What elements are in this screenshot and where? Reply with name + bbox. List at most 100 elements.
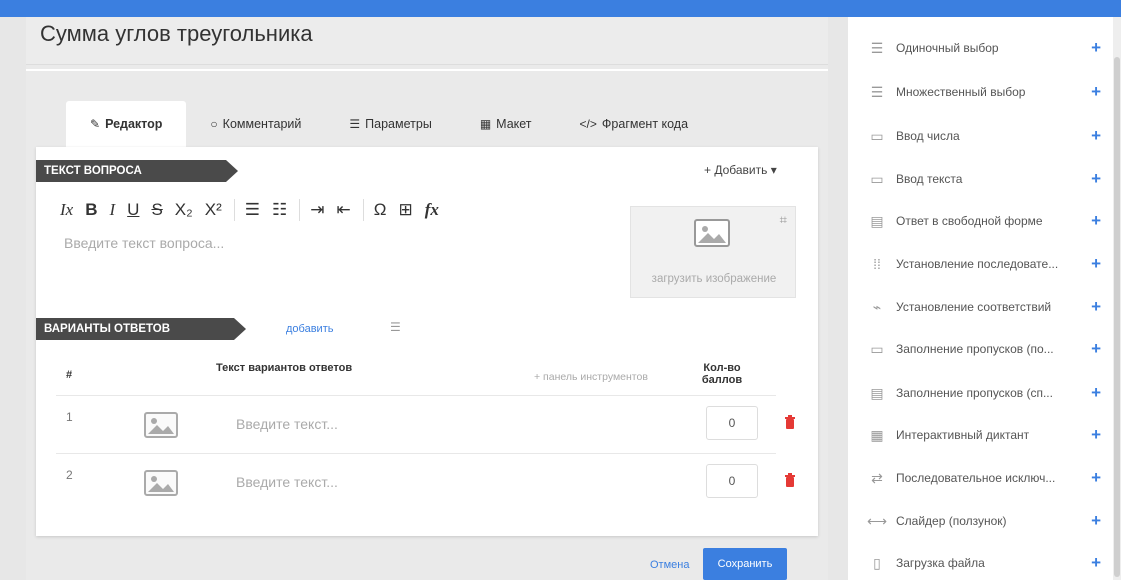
formula-icon[interactable]: fx	[425, 200, 439, 220]
table-icon[interactable]: ⊞	[398, 200, 412, 220]
answer-row: 2 Введите текст... 0	[56, 453, 795, 511]
tab-editor[interactable]: ✎ Редактор	[66, 101, 187, 147]
top-accent-bar	[0, 0, 1121, 17]
question-text-input[interactable]: Введите текст вопроса...	[64, 235, 224, 251]
sidebar-item-text-input[interactable]: ▭ Ввод текста +	[848, 158, 1113, 200]
superscript-icon[interactable]: X²	[205, 200, 222, 220]
sidebar-item-label: Множественный выбор	[896, 85, 1026, 99]
add-dropdown[interactable]: + Добавить ▾	[704, 163, 777, 177]
tab-label: Макет	[496, 117, 532, 131]
add-plus-icon[interactable]: +	[1091, 339, 1101, 359]
editor-card: ТЕКСТ ВОПРОСА + Добавить ▾ Ix B I U S X₂…	[36, 147, 818, 536]
add-plus-icon[interactable]: +	[1091, 38, 1101, 58]
tab-label: Параметры	[365, 117, 432, 131]
column-header-points: Кол-во баллов	[692, 362, 752, 386]
toolbar-panel-link[interactable]: + панель инструментов	[534, 371, 648, 383]
exchange-icon: ⇄	[871, 469, 883, 486]
ordered-list-icon[interactable]: ☰	[245, 200, 260, 220]
save-button[interactable]: Сохранить	[703, 548, 787, 580]
add-plus-icon[interactable]: +	[1091, 254, 1101, 274]
crop-icon[interactable]: ⌗	[780, 212, 787, 228]
add-plus-icon[interactable]: +	[1091, 553, 1101, 573]
link-icon: ⌁	[872, 298, 882, 315]
sidebar-item-label: Установление последовате...	[896, 257, 1059, 271]
column-header-text: Текст вариантов ответов	[216, 362, 353, 374]
input-icon: ▭	[870, 170, 884, 187]
score-input[interactable]: 0	[706, 406, 758, 440]
answers-section-label: ВАРИАНТЫ ОТВЕТОВ	[36, 318, 246, 340]
page-title: Сумма углов треугольника	[40, 21, 313, 46]
image-placeholder-icon[interactable]	[144, 412, 178, 438]
sidebar-item-label: Последовательное исключ...	[896, 471, 1056, 485]
dropdown-icon: ▤	[870, 384, 884, 401]
column-header-number: #	[66, 369, 73, 381]
question-section-label: ТЕКСТ ВОПРОСА	[36, 160, 238, 182]
sidebar-item-number-input[interactable]: ▭ Ввод числа +	[848, 115, 1113, 157]
add-plus-icon[interactable]: +	[1091, 211, 1101, 231]
sequence-icon: ⁞⁞	[873, 256, 881, 272]
sidebar-item-sequential-exclusion[interactable]: ⇄ Последовательное исключ... +	[848, 457, 1113, 499]
add-plus-icon[interactable]: +	[1091, 297, 1101, 317]
indent-icon[interactable]: ⇥	[310, 200, 324, 220]
trash-icon[interactable]	[784, 415, 796, 429]
comment-icon: ○	[210, 117, 218, 131]
slider-icon: ⟷	[866, 512, 888, 529]
add-plus-icon[interactable]: +	[1091, 383, 1101, 403]
sidebar-item-label: Установление соответствий	[896, 300, 1052, 314]
trash-icon[interactable]	[784, 473, 796, 487]
sidebar-item-fill-blanks-list[interactable]: ▤ Заполнение пропусков (сп... +	[848, 372, 1113, 414]
answer-row: 1 Введите текст... 0	[56, 395, 795, 453]
row-index: 1	[66, 410, 73, 424]
editor-tabs: ✎ Редактор ○ Комментарий ☰ Параметры ▦ М…	[66, 101, 712, 147]
list-view-icon[interactable]: ☰	[390, 320, 401, 334]
input-icon: ▭	[870, 127, 884, 144]
sidebar-item-matching[interactable]: ⌁ Установление соответствий +	[848, 286, 1113, 328]
tab-code-snippet[interactable]: </> Фрагмент кода	[556, 101, 713, 147]
add-plus-icon[interactable]: +	[1091, 82, 1101, 102]
answer-text-input[interactable]: Введите текст...	[236, 474, 338, 490]
tab-layout[interactable]: ▦ Макет	[456, 101, 556, 147]
sidebar-item-free-form[interactable]: ▤ Ответ в свободной форме +	[848, 200, 1113, 242]
input-icon: ▭	[870, 340, 884, 357]
add-plus-icon[interactable]: +	[1091, 126, 1101, 146]
sidebar-item-sequence[interactable]: ⁞⁞ Установление последовате... +	[848, 243, 1113, 285]
add-plus-icon[interactable]: +	[1091, 511, 1101, 531]
question-editor-panel: Сумма углов треугольника ✎ Редактор ○ Ко…	[26, 17, 828, 580]
rich-text-toolbar: Ix B I U S X₂ X² ☰ ☷ ⇥ ⇤ Ω ⊞ fx	[60, 199, 451, 221]
sidebar-item-slider[interactable]: ⟷ Слайдер (ползунок) +	[848, 500, 1113, 542]
subscript-icon[interactable]: X₂	[175, 200, 193, 220]
tab-comment[interactable]: ○ Комментарий	[186, 101, 325, 147]
textarea-icon: ▤	[870, 212, 884, 229]
bullet-list-icon[interactable]: ☷	[272, 200, 287, 220]
strikethrough-icon[interactable]: S	[151, 200, 162, 220]
tab-parameters[interactable]: ☰ Параметры	[325, 101, 455, 147]
sliders-icon: ☰	[349, 117, 361, 131]
sidebar-item-dictation[interactable]: ▦ Интерактивный диктант +	[848, 414, 1113, 456]
answer-text-input[interactable]: Введите текст...	[236, 416, 338, 432]
add-plus-icon[interactable]: +	[1091, 425, 1101, 445]
sidebar-item-multiple-choice[interactable]: ☰ Множественный выбор +	[848, 71, 1113, 113]
sidebar-item-fill-blanks-input[interactable]: ▭ Заполнение пропусков (по... +	[848, 328, 1113, 370]
grid-icon: ▦	[870, 426, 884, 443]
italic-icon[interactable]: I	[110, 200, 116, 220]
sidebar-scrollbar[interactable]	[1113, 17, 1121, 580]
sidebar-item-label: Одиночный выбор	[896, 41, 999, 55]
image-placeholder-icon[interactable]	[144, 470, 178, 496]
scrollbar-thumb[interactable]	[1114, 57, 1120, 577]
tab-label: Фрагмент кода	[601, 117, 689, 131]
sidebar-item-single-choice[interactable]: ☰ Одиночный выбор +	[848, 27, 1113, 69]
title-divider	[26, 69, 828, 71]
image-upload-area[interactable]: ⌗ загрузить изображение	[630, 206, 796, 298]
clear-format-icon[interactable]: Ix	[60, 200, 73, 220]
list-icon: ☰	[870, 39, 884, 56]
score-input[interactable]: 0	[706, 464, 758, 498]
sidebar-item-file-upload[interactable]: ▯ Загрузка файла +	[848, 542, 1113, 580]
cancel-button[interactable]: Отмена	[650, 559, 689, 571]
add-plus-icon[interactable]: +	[1091, 468, 1101, 488]
outdent-icon[interactable]: ⇤	[337, 200, 351, 220]
bold-icon[interactable]: B	[85, 200, 97, 220]
underline-icon[interactable]: U	[127, 200, 139, 220]
add-plus-icon[interactable]: +	[1091, 169, 1101, 189]
special-char-icon[interactable]: Ω	[374, 200, 387, 220]
add-answer-link[interactable]: добавить	[286, 323, 333, 335]
